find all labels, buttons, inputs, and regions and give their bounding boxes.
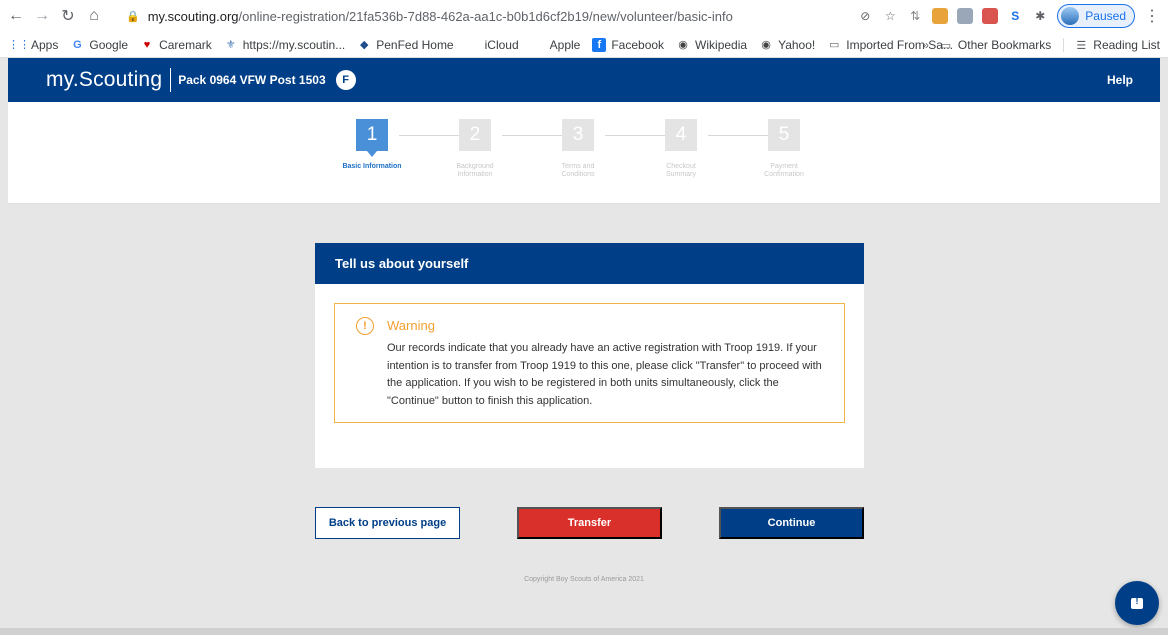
step-number: 4 bbox=[665, 119, 697, 151]
step-label: Background Information bbox=[456, 163, 494, 178]
extension-icon[interactable] bbox=[957, 8, 974, 24]
extension-icon[interactable] bbox=[982, 8, 999, 24]
step-terms-and-conditions: 3 Terms and Conditions bbox=[538, 119, 618, 179]
chat-button[interactable] bbox=[1115, 581, 1159, 625]
url-path: /online-registration/21fa536b-7d88-462a-… bbox=[238, 8, 733, 24]
extension-icon[interactable]: S bbox=[1007, 8, 1023, 24]
warning-alert: ! Warning Our records indicate that you … bbox=[334, 303, 845, 423]
reload-icon[interactable]: ↻ bbox=[58, 6, 78, 26]
reading-list-icon: ☰ bbox=[1076, 39, 1087, 52]
unit-name: Pack 0964 VFW Post 1503 bbox=[178, 73, 326, 87]
window-bottom-edge bbox=[0, 628, 1168, 635]
bookmark-icloud[interactable]: iCloud bbox=[466, 38, 519, 52]
url-host: my.scouting.org bbox=[147, 8, 239, 24]
penfed-icon: ◆ bbox=[360, 39, 369, 51]
address-bar[interactable]: 🔒 my.scouting.org/online-registration/21… bbox=[126, 4, 896, 28]
bookmark-apps[interactable]: ⋮⋮ Apps bbox=[8, 38, 58, 52]
warning-message: Our records indicate that you already ha… bbox=[387, 342, 822, 407]
puzzle-icon[interactable]: ✱ bbox=[1032, 8, 1048, 24]
heart-icon: ♥ bbox=[143, 38, 151, 51]
globe-icon: ◉ bbox=[678, 39, 688, 51]
globe-icon: ◉ bbox=[761, 39, 771, 51]
continue-button[interactable]: Continue bbox=[719, 507, 864, 539]
reading-list[interactable]: ☰ Reading List bbox=[1063, 38, 1160, 52]
chat-icon bbox=[1131, 596, 1143, 609]
folder-icon: ▭ bbox=[829, 39, 840, 51]
step-checkout-summary: 4 Checkout Summary bbox=[641, 119, 721, 179]
forward-arrow-icon[interactable]: → bbox=[32, 6, 52, 26]
home-icon[interactable]: ⌂ bbox=[84, 6, 104, 26]
site-logo[interactable]: my.Scouting bbox=[46, 68, 162, 92]
bookmark-penfed[interactable]: ◆ PenFed Home bbox=[357, 38, 454, 52]
warning-icon: ! bbox=[356, 317, 374, 335]
bookmark-other-folder[interactable]: ▭ Other Bookmarks bbox=[939, 38, 1052, 52]
google-icon: G bbox=[73, 38, 82, 51]
apple-icon bbox=[531, 38, 545, 52]
lock-icon: 🔒 bbox=[126, 10, 140, 23]
step-basic-information: 1 Basic Information bbox=[332, 119, 412, 171]
header-divider bbox=[170, 68, 172, 92]
back-arrow-icon[interactable]: ← bbox=[6, 6, 26, 26]
profile-status: Paused bbox=[1085, 9, 1126, 23]
apps-grid-icon: ⋮⋮ bbox=[8, 39, 30, 51]
bookmark-wikipedia[interactable]: ◉ Wikipedia bbox=[676, 38, 747, 52]
profile-button[interactable]: Paused bbox=[1057, 4, 1135, 28]
eye-slash-icon[interactable]: ⊘ bbox=[857, 8, 873, 24]
progress-stepper: 1 Basic Information 2 Background Informa… bbox=[8, 102, 1160, 204]
folder-icon: ▭ bbox=[940, 39, 952, 52]
step-number: 5 bbox=[768, 119, 800, 151]
back-button[interactable]: Back to previous page bbox=[315, 507, 460, 539]
bookmarks-bar: ⋮⋮ Apps G Google ♥ Caremark ⚜ https://my.sco… bbox=[0, 32, 1168, 58]
warning-title: Warning bbox=[387, 318, 435, 333]
step-number: 3 bbox=[562, 119, 594, 151]
bookmark-myscouting[interactable]: ⚜ https://my.scoutin... bbox=[224, 38, 345, 52]
facebook-icon: f bbox=[592, 37, 607, 52]
copyright-text: Copyright Boy Scouts of America 2021 bbox=[524, 576, 644, 583]
extension-icon[interactable] bbox=[932, 8, 949, 24]
step-number: 2 bbox=[459, 119, 491, 151]
step-label: Basic Information bbox=[342, 163, 402, 170]
bookmark-yahoo[interactable]: ◉ Yahoo! bbox=[759, 38, 815, 52]
bookmark-google[interactable]: G Google bbox=[70, 38, 128, 52]
bookmark-caremark[interactable]: ♥ Caremark bbox=[140, 38, 212, 52]
menu-dots-icon[interactable]: ⋮ bbox=[1144, 6, 1160, 26]
fleur-de-lis-icon: ⚜ bbox=[225, 39, 236, 51]
bookmarks-overflow-icon[interactable]: » bbox=[922, 38, 929, 52]
step-label: Checkout Summary bbox=[666, 163, 696, 178]
step-background-information: 2 Background Information bbox=[435, 119, 515, 179]
extension-icon[interactable]: ⇅ bbox=[907, 8, 923, 24]
star-icon[interactable]: ☆ bbox=[882, 8, 898, 24]
step-number: 1 bbox=[356, 119, 388, 157]
site-header: my.Scouting Pack 0964 VFW Post 1503 F He… bbox=[8, 58, 1160, 102]
avatar bbox=[1061, 7, 1080, 25]
help-link[interactable]: Help bbox=[1107, 73, 1133, 87]
bookmark-apple[interactable]: Apple bbox=[531, 38, 581, 52]
about-yourself-card: Tell us about yourself ! Warning Our rec… bbox=[315, 243, 864, 468]
browser-toolbar: ← → ↻ ⌂ 🔒 my.scouting.org/online-registr… bbox=[0, 0, 1168, 32]
bookmark-facebook[interactable]: f Facebook bbox=[592, 37, 664, 52]
step-label: Payment Confirmation bbox=[764, 163, 804, 178]
step-label: Terms and Conditions bbox=[561, 163, 595, 178]
step-payment-confirmation: 5 Payment Confirmation bbox=[744, 119, 824, 179]
card-title: Tell us about yourself bbox=[315, 243, 864, 284]
user-avatar[interactable]: F bbox=[335, 70, 356, 90]
transfer-button[interactable]: Transfer bbox=[517, 507, 662, 539]
apple-icon bbox=[466, 38, 480, 52]
